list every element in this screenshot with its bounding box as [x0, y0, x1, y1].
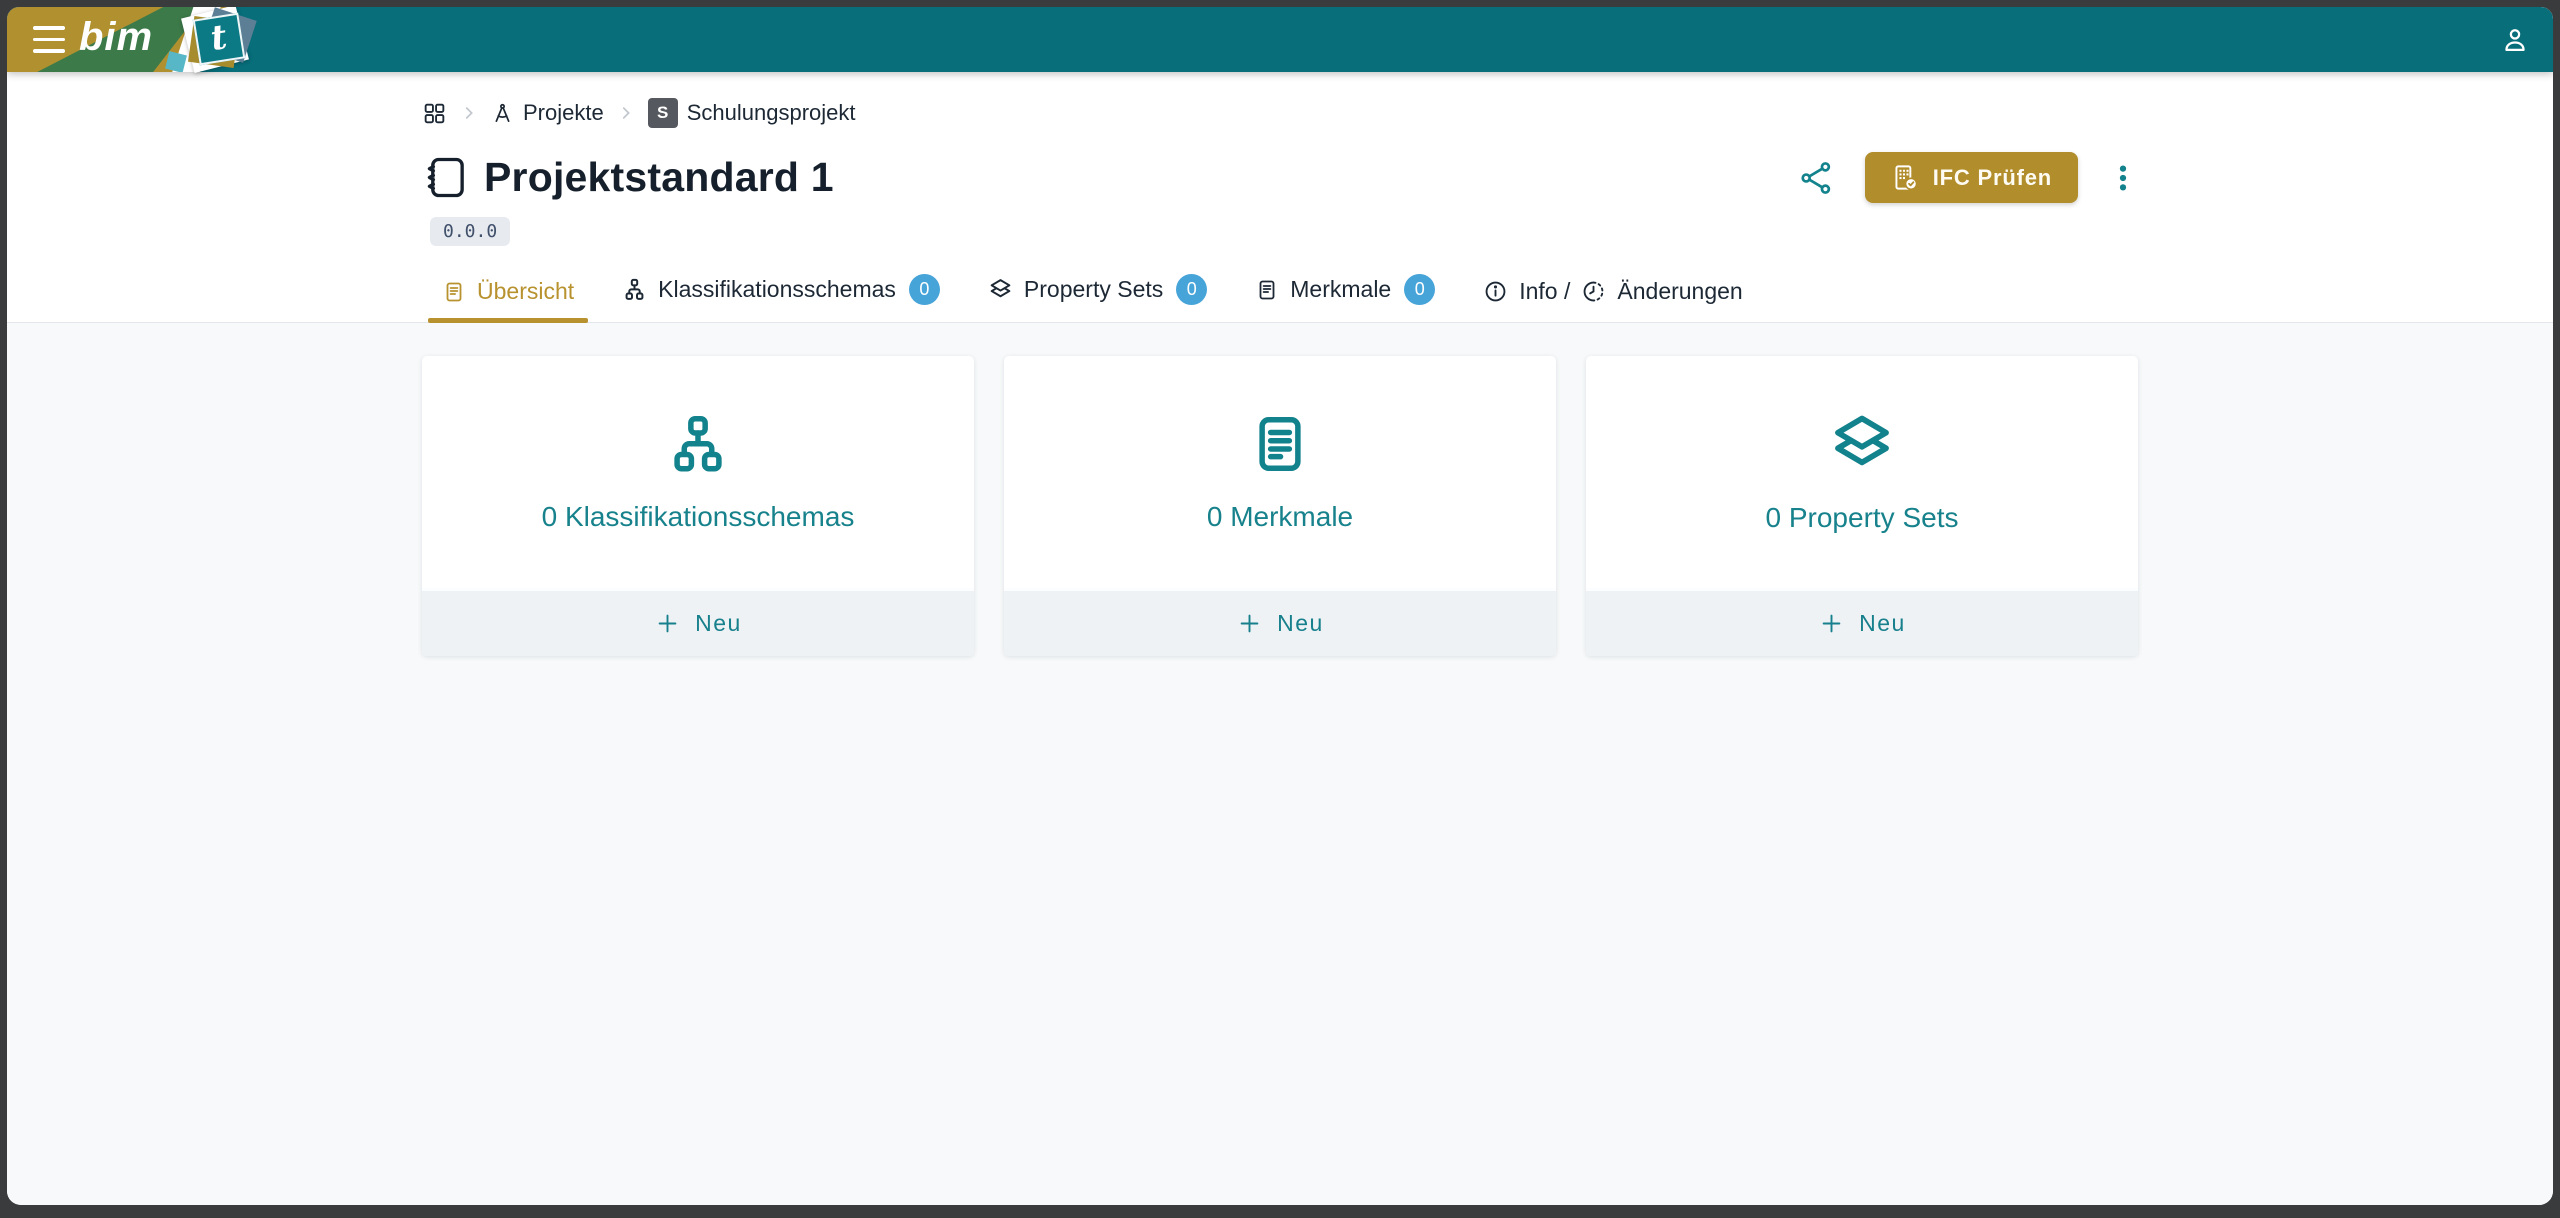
- breadcrumb-schulungsprojekt[interactable]: S Schulungsprojekt: [648, 98, 856, 128]
- card-body[interactable]: 0 Property Sets: [1586, 356, 2138, 588]
- notebook-icon: [422, 154, 469, 201]
- layers-icon: [988, 277, 1013, 302]
- document-icon: [442, 280, 466, 304]
- ifc-pruefen-label: IFC Prüfen: [1933, 165, 2052, 191]
- building-check-icon: [1891, 163, 1920, 192]
- compass-icon: [491, 102, 514, 125]
- tab-merkmale[interactable]: Merkmale 0: [1241, 264, 1449, 322]
- tab-klassifikationsschemas[interactable]: Klassifikationsschemas 0: [608, 264, 954, 322]
- page-title: Projektstandard 1: [484, 154, 834, 201]
- share-icon[interactable]: [1799, 160, 1835, 196]
- card-body[interactable]: 0 Merkmale: [1004, 356, 1556, 588]
- neu-label: Neu: [1277, 610, 1324, 637]
- card-label: 0 Property Sets: [1766, 502, 1959, 534]
- page-header-section: Projekte S Schulungsprojekt: [7, 72, 2553, 323]
- neu-label: Neu: [695, 610, 742, 637]
- breadcrumb-projekte[interactable]: Projekte: [491, 100, 604, 126]
- tab-bar: Übersicht Klassifikationsschemas 0: [7, 264, 2553, 323]
- logo-t-letter: t: [208, 17, 230, 59]
- project-avatar: S: [648, 98, 678, 128]
- tab-uebersicht[interactable]: Übersicht: [428, 268, 588, 322]
- title-row: Projektstandard 1: [422, 152, 2138, 203]
- logo-text: bim: [79, 15, 153, 60]
- tab-label: Änderungen: [1617, 278, 1742, 305]
- content-area: 0 Klassifikationsschemas Neu 0: [7, 323, 2553, 1205]
- info-icon: [1483, 279, 1508, 304]
- tab-label: Übersicht: [477, 278, 574, 305]
- logo-t-tile: t: [193, 13, 246, 66]
- kebab-menu-icon[interactable]: [2108, 161, 2138, 195]
- chevron-right-icon: [617, 104, 635, 122]
- tab-label: Info /: [1519, 278, 1570, 305]
- count-badge: 0: [1176, 274, 1207, 305]
- card-klassifikationsschemas: 0 Klassifikationsschemas Neu: [422, 356, 974, 656]
- app-logo[interactable]: t bim: [7, 7, 259, 72]
- document-icon: [1255, 278, 1279, 302]
- layers-icon: [1828, 410, 1896, 478]
- hierarchy-icon: [665, 411, 731, 477]
- neu-label: Neu: [1859, 610, 1906, 637]
- card-property-sets: 0 Property Sets Neu: [1586, 356, 2138, 656]
- tab-info-aenderungen[interactable]: Info / Änderungen: [1469, 268, 1757, 322]
- tab-label: Property Sets: [1024, 276, 1163, 303]
- breadcrumb-label: Schulungsprojekt: [687, 100, 856, 126]
- card-body[interactable]: 0 Klassifikationsschemas: [422, 356, 974, 588]
- card-label: 0 Klassifikationsschemas: [542, 501, 855, 533]
- grid-icon: [422, 101, 447, 126]
- breadcrumb-home[interactable]: [422, 101, 447, 126]
- document-icon: [1247, 411, 1313, 477]
- hamburger-menu-icon[interactable]: [33, 26, 65, 53]
- breadcrumb: Projekte S Schulungsprojekt: [422, 72, 2138, 128]
- app-header: t bim: [7, 7, 2553, 72]
- history-clock-icon: [1581, 279, 1606, 304]
- tab-property-sets[interactable]: Property Sets 0: [974, 264, 1221, 322]
- ifc-pruefen-button[interactable]: IFC Prüfen: [1865, 152, 2078, 203]
- neu-button[interactable]: Neu: [422, 588, 974, 656]
- plus-icon: [654, 610, 681, 637]
- plus-icon: [1236, 610, 1263, 637]
- count-badge: 0: [909, 274, 940, 305]
- neu-button[interactable]: Neu: [1004, 588, 1556, 656]
- plus-icon: [1818, 610, 1845, 637]
- breadcrumb-label: Projekte: [523, 100, 604, 126]
- app-window: t bim: [7, 7, 2553, 1205]
- tab-label: Klassifikationsschemas: [658, 276, 896, 303]
- neu-button[interactable]: Neu: [1586, 588, 2138, 656]
- count-badge: 0: [1404, 274, 1435, 305]
- user-icon[interactable]: [2499, 24, 2531, 56]
- tab-label: Merkmale: [1290, 276, 1391, 303]
- card-merkmale: 0 Merkmale Neu: [1004, 356, 1556, 656]
- chevron-right-icon: [460, 104, 478, 122]
- hierarchy-icon: [622, 277, 647, 302]
- card-label: 0 Merkmale: [1207, 501, 1353, 533]
- version-badge: 0.0.0: [430, 217, 510, 246]
